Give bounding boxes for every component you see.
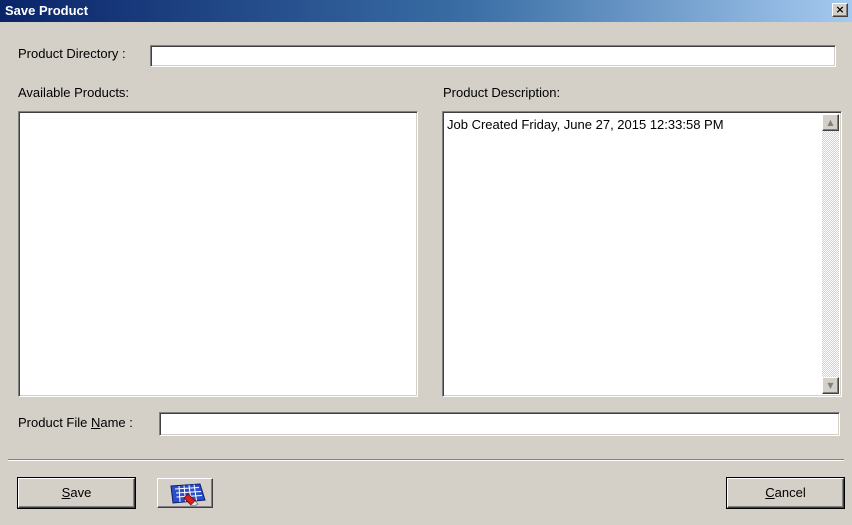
close-icon: × xyxy=(835,3,845,16)
scroll-down-button[interactable]: ▼ xyxy=(822,377,839,394)
product-description-text: Job Created Friday, June 27, 2015 12:33:… xyxy=(447,117,724,132)
label-mnemonic: N xyxy=(90,415,101,430)
keyboard-button[interactable] xyxy=(157,478,213,508)
title-bar[interactable]: Save Product × xyxy=(0,0,852,22)
available-products-list[interactable] xyxy=(18,111,418,397)
window-title: Save Product xyxy=(5,3,89,18)
label-part: Product File xyxy=(18,415,91,430)
cancel-mnemonic: C xyxy=(765,485,775,500)
available-products-label: Available Products: xyxy=(18,85,130,100)
save-rest: ave xyxy=(70,485,92,500)
save-button-label: Save xyxy=(62,479,92,507)
cancel-button-label: Cancel xyxy=(765,479,805,507)
divider xyxy=(8,459,844,461)
product-file-name-input[interactable] xyxy=(159,412,840,436)
cancel-button[interactable]: Cancel xyxy=(727,478,844,508)
label-part: ame : xyxy=(100,415,133,430)
product-file-name-label: Product File Name : xyxy=(18,415,133,430)
product-directory-input[interactable] xyxy=(150,45,836,67)
product-description-label: Product Description: xyxy=(443,85,561,100)
close-button[interactable]: × xyxy=(832,3,848,17)
arrow-up-icon: ▲ xyxy=(827,118,834,127)
cancel-rest: ancel xyxy=(774,485,806,500)
scroll-up-button[interactable]: ▲ xyxy=(822,114,839,131)
description-scrollbar[interactable]: ▲ ▼ xyxy=(822,114,839,394)
save-button[interactable]: Save xyxy=(18,478,135,508)
product-directory-label: Product Directory : xyxy=(18,46,126,61)
product-description-textarea[interactable]: Job Created Friday, June 27, 2015 12:33:… xyxy=(442,111,842,397)
arrow-down-icon: ▼ xyxy=(827,381,834,390)
keyboard-icon xyxy=(170,483,206,507)
